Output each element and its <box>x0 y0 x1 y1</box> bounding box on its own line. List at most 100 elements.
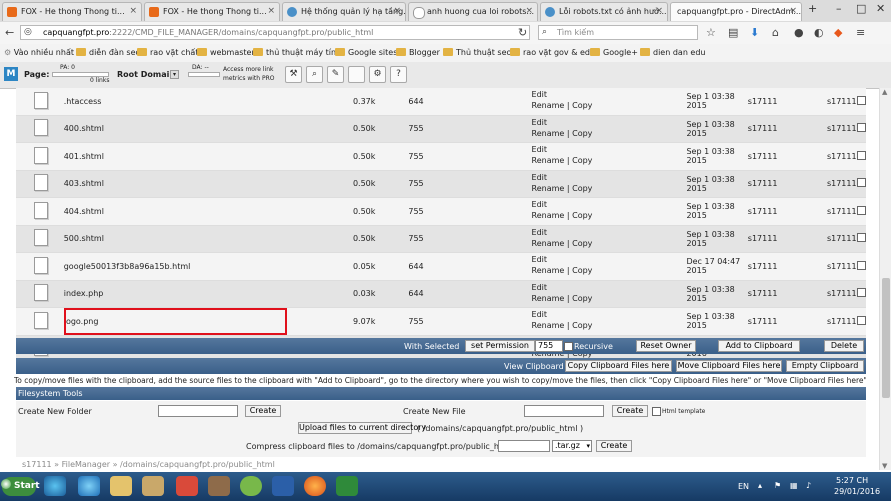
file-name[interactable]: .htaccess <box>63 88 302 116</box>
upload-files-button[interactable]: Upload files to current directory <box>298 422 426 434</box>
firefox-icon[interactable] <box>304 476 326 496</box>
word-icon[interactable] <box>272 476 294 496</box>
copy-link[interactable]: Copy <box>572 129 592 138</box>
menu-icon[interactable]: ≡ <box>856 26 865 39</box>
bookmark-folder[interactable]: Google+ <box>590 48 638 57</box>
file-permission[interactable]: 644 <box>408 252 532 281</box>
file-permission[interactable]: 755 <box>408 225 532 253</box>
home-icon[interactable]: ⌂ <box>772 26 779 39</box>
archive-type-select[interactable]: .tar.gz ▾ <box>552 440 592 452</box>
copy-link[interactable]: Copy <box>572 321 592 330</box>
bookmark-folder[interactable]: webmaster <box>197 48 255 57</box>
bookmark-folder[interactable]: Thủ thuật seo <box>443 48 511 57</box>
rename-link[interactable]: Rename <box>532 184 565 193</box>
delete-button[interactable]: Delete <box>824 340 864 352</box>
file-name[interactable]: index.php <box>63 280 302 308</box>
scrollbar-thumb[interactable] <box>882 278 890 398</box>
file-select-checkbox[interactable] <box>857 260 866 270</box>
file-permission[interactable]: 755 <box>408 142 532 171</box>
search-input[interactable]: Tìm kiếm <box>538 25 698 40</box>
chrome-icon[interactable] <box>44 476 66 496</box>
reload-icon[interactable]: ↻ <box>518 26 527 39</box>
breadcrumb-user[interactable]: s17111 <box>22 460 52 469</box>
folder-name-input[interactable] <box>158 405 238 417</box>
address-bar[interactable]: capquangfpt.pro:2222/CMD_FILE_MANAGER/do… <box>20 25 530 40</box>
coccoc-icon[interactable] <box>240 476 262 496</box>
settings-gear-icon[interactable]: ⚙ <box>369 66 386 83</box>
file-select-checkbox[interactable] <box>857 205 866 215</box>
html-template-checkbox[interactable] <box>652 407 661 416</box>
file-select-checkbox[interactable] <box>857 95 866 105</box>
close-icon[interactable]: × <box>393 6 401 16</box>
excel-icon[interactable] <box>336 476 358 496</box>
copy-link[interactable]: Copy <box>572 239 592 248</box>
close-icon[interactable]: × <box>525 6 533 16</box>
file-permission[interactable]: 755 <box>408 197 532 226</box>
recursive-checkbox[interactable] <box>564 342 573 351</box>
moz-logo-icon[interactable]: M <box>4 67 18 81</box>
help-icon[interactable]: ? <box>390 66 407 83</box>
bookmark-folder[interactable]: thủ thuật máy tính <box>253 48 341 57</box>
permission-input[interactable]: 755 <box>535 340 563 352</box>
tab-fox-2[interactable]: FOX - He thong Thong ti... × <box>144 2 280 21</box>
add-to-clipboard-button[interactable]: Add to Clipboard <box>718 340 800 352</box>
window-close-icon[interactable]: ✕ <box>876 2 885 15</box>
back-icon[interactable]: ← <box>5 26 14 39</box>
addon-icon[interactable]: ◆ <box>834 26 842 39</box>
bookmark-folder[interactable]: rao vặt chất <box>137 48 198 57</box>
share-icon[interactable]: ◐ <box>814 26 824 39</box>
bookmark-star-icon[interactable]: ☆ <box>706 26 716 39</box>
bookmark-folder[interactable]: Blogger <box>396 48 440 57</box>
bookmark-folder[interactable]: diễn đàn seo <box>76 48 140 57</box>
archive-name-input[interactable] <box>498 440 550 452</box>
copy-link[interactable]: Copy <box>572 184 592 193</box>
chevron-down-icon[interactable]: ▾ <box>170 70 179 79</box>
media-player-icon[interactable] <box>142 476 164 496</box>
rename-link[interactable]: Rename <box>532 101 565 110</box>
edit-link[interactable]: Edit <box>532 283 548 292</box>
file-select-checkbox[interactable] <box>857 123 866 133</box>
edit-link[interactable]: Edit <box>532 173 548 182</box>
file-permission[interactable]: 644 <box>408 280 532 308</box>
bookmark-folder[interactable]: dien dan edu <box>640 48 706 57</box>
file-name[interactable]: google50013f3b8a96a15b.html <box>63 252 302 281</box>
chat-icon[interactable]: ● <box>794 26 804 39</box>
edit-link[interactable]: Edit <box>532 145 548 154</box>
tab-loi-robots[interactable]: Lỗi robots.txt có ảnh hưở... × <box>540 2 668 21</box>
close-icon[interactable]: × <box>789 6 797 16</box>
breadcrumb-path[interactable]: /domains/capquangfpt.pro/public_html <box>120 460 275 469</box>
volume-icon[interactable]: ♪ <box>806 481 811 490</box>
rename-link[interactable]: Rename <box>532 156 565 165</box>
view-clipboard-label[interactable]: View Clipboard <box>504 362 564 371</box>
edit-link[interactable]: Edit <box>532 200 548 209</box>
rename-link[interactable]: Rename <box>532 239 565 248</box>
rename-link[interactable]: Rename <box>532 129 565 138</box>
file-name[interactable]: 403.shtml <box>63 170 302 198</box>
copy-link[interactable]: Copy <box>572 266 592 275</box>
file-permission[interactable]: 644 <box>408 88 532 116</box>
file-select-checkbox[interactable] <box>857 315 866 325</box>
new-tab-icon[interactable]: + <box>808 2 817 15</box>
tray-arrow-icon[interactable]: ▴ <box>758 481 762 490</box>
magnifier-icon[interactable]: ⌕ <box>306 66 323 83</box>
edit-link[interactable]: Edit <box>532 118 548 127</box>
tab-fox-1[interactable]: FOX - He thong Thong ti... × <box>2 2 142 21</box>
vertical-scrollbar[interactable]: ▲ ▼ <box>879 88 891 470</box>
highlight-icon[interactable] <box>348 66 365 83</box>
file-select-checkbox[interactable] <box>857 150 866 160</box>
clock-date[interactable]: 29/01/2016 <box>834 487 880 496</box>
wrench-icon[interactable]: ⚒ <box>285 66 302 83</box>
set-permission-button[interactable]: set Permission <box>465 340 535 352</box>
copy-link[interactable]: Copy <box>572 101 592 110</box>
close-icon[interactable]: × <box>267 6 275 16</box>
download-icon[interactable]: ⬇ <box>750 26 759 39</box>
bookmark-folder[interactable]: rao vặt gov & edu <box>510 48 595 57</box>
rename-link[interactable]: Rename <box>532 266 565 275</box>
scroll-down-icon[interactable]: ▼ <box>882 462 887 470</box>
edit-link[interactable]: Edit <box>532 310 548 319</box>
tab-google-search[interactable]: anh huong cua loi robots... × <box>408 2 538 21</box>
close-icon[interactable]: × <box>129 6 137 16</box>
scroll-up-icon[interactable]: ▲ <box>882 88 887 96</box>
edit-link[interactable]: Edit <box>532 255 548 264</box>
flag-icon[interactable]: ⚑ <box>774 481 781 490</box>
